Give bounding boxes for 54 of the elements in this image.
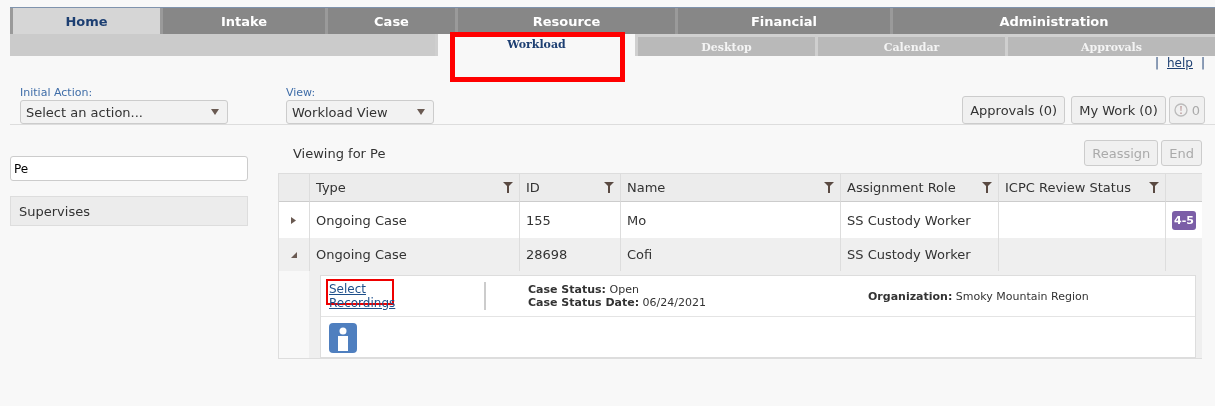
- filter-icon[interactable]: [503, 182, 513, 193]
- main-tab[interactable]: Case: [325, 8, 455, 34]
- view-select[interactable]: Workload View: [286, 100, 434, 124]
- filter-icon[interactable]: [604, 182, 614, 193]
- dropdown-caret-icon: [417, 109, 425, 115]
- filter-icon[interactable]: [1149, 182, 1159, 193]
- viewing-label: Viewing for Pe: [292, 145, 386, 161]
- main-tab[interactable]: Financial: [675, 8, 890, 34]
- column-title: Type: [316, 180, 346, 195]
- table-cell: Mo: [620, 202, 840, 238]
- main-tab[interactable]: Administration: [890, 8, 1215, 34]
- collapse-caret-icon[interactable]: [291, 251, 297, 258]
- table-cell: Ongoing Case: [309, 202, 519, 238]
- column-header[interactable]: ID: [519, 174, 620, 202]
- table-cell: SS Custody Worker: [840, 238, 998, 271]
- column-header: [1165, 174, 1202, 202]
- age-badge: 4-5: [1172, 210, 1196, 230]
- table-cell: Cofi: [620, 238, 840, 271]
- help-link[interactable]: help: [1167, 56, 1193, 72]
- detail-link[interactable]: Select: [329, 282, 367, 296]
- toolbar-button[interactable]: My Work (0): [1071, 96, 1166, 124]
- person-icon[interactable]: [329, 323, 357, 353]
- separator-text: |: [1154, 56, 1159, 72]
- field-label: View:: [286, 86, 317, 99]
- main-tab[interactable]: Intake: [160, 8, 325, 34]
- expand-caret-icon[interactable]: [291, 216, 297, 224]
- field-label: Initial Action:: [20, 86, 94, 99]
- toolbar-button[interactable]: Approvals (0): [962, 96, 1066, 124]
- column-header[interactable]: ICPC Review Status: [998, 174, 1165, 202]
- action-select[interactable]: Select an action...: [20, 100, 228, 124]
- filter-icon[interactable]: [824, 182, 834, 193]
- table-cell: 28698: [519, 238, 620, 271]
- search-field[interactable]: Pe: [10, 156, 248, 181]
- dropdown-caret-icon: [211, 109, 219, 115]
- alert-icon: [1173, 103, 1188, 117]
- sidebar-item[interactable]: Supervises: [10, 196, 248, 226]
- separator-text: |: [1200, 56, 1205, 72]
- main-tab[interactable]: Home: [10, 8, 160, 34]
- detail-field: Case Status Date: 06/24/2021: [528, 296, 868, 309]
- column-title: ID: [526, 180, 540, 195]
- main-tab[interactable]: Resource: [455, 8, 675, 34]
- column-header: [279, 174, 309, 202]
- table-cell: 155: [519, 202, 620, 238]
- table-cell: SS Custody Worker: [840, 202, 998, 238]
- column-header[interactable]: Type: [309, 174, 519, 202]
- table-cell: Ongoing Case: [309, 238, 519, 271]
- column-header[interactable]: Assignment Role: [840, 174, 998, 202]
- filter-icon[interactable]: [982, 182, 992, 193]
- detail-field: Case Status: Open: [528, 283, 868, 296]
- detail-field: Organization: Smoky Mountain Region: [868, 289, 1089, 303]
- column-title: Assignment Role: [847, 180, 956, 195]
- column-title: ICPC Review Status: [1005, 180, 1131, 195]
- column-title: Name: [627, 180, 666, 195]
- column-header[interactable]: Name: [620, 174, 840, 202]
